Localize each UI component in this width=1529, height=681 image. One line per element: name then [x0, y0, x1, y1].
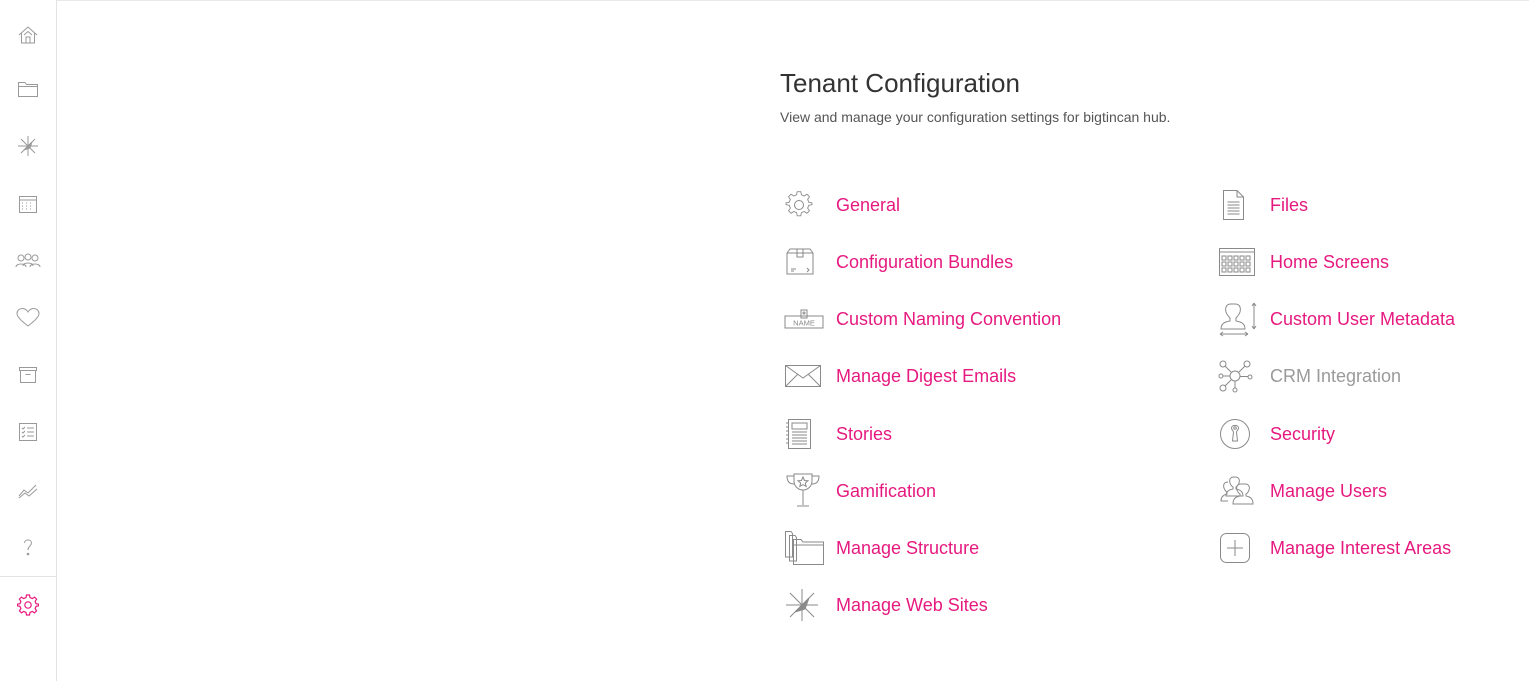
user-metadata-icon — [1218, 301, 1258, 337]
people-icon — [15, 253, 41, 268]
config-label-crm-integration: CRM Integration — [1270, 366, 1402, 386]
document-icon — [1218, 187, 1258, 223]
config-item-crm-integration[interactable]: CRM Integration — [1216, 356, 1401, 396]
config-label-gamification: Gamification — [836, 481, 937, 501]
config-item-security[interactable]: Security — [1216, 414, 1335, 454]
heart-icon — [16, 307, 40, 327]
config-item-manage-digest-emails[interactable]: Manage Digest Emails — [782, 356, 1016, 396]
page-title: Tenant Configuration — [780, 68, 1020, 98]
config-item-configuration-bundles[interactable]: Configuration Bundles — [782, 242, 1013, 282]
config-item-manage-web-sites[interactable]: Manage Web Sites — [782, 585, 988, 625]
main-content: Tenant Configuration View and manage you… — [780, 66, 1520, 126]
sidebar-item-home[interactable] — [0, 15, 56, 55]
network-icon — [1218, 358, 1258, 394]
compass-icon — [784, 587, 824, 623]
top-border — [0, 0, 1529, 1]
sidebar-item-help[interactable] — [0, 527, 56, 567]
compass-icon — [18, 136, 38, 156]
archive-icon — [19, 367, 37, 383]
config-item-manage-structure[interactable]: Manage Structure — [782, 528, 979, 568]
config-label-custom-user-metadata: Custom User Metadata — [1270, 309, 1456, 329]
config-item-manage-interest-areas[interactable]: Manage Interest Areas — [1216, 528, 1451, 568]
config-label-configuration-bundles: Configuration Bundles — [836, 252, 1014, 272]
help-icon — [24, 539, 33, 556]
config-label-general: General — [836, 195, 901, 215]
page-subtitle: View and manage your configuration setti… — [780, 109, 1171, 125]
svg-text:NAME: NAME — [793, 319, 815, 328]
home-icon — [18, 26, 38, 44]
gear-icon — [17, 594, 39, 616]
folder-icon — [18, 82, 38, 97]
config-item-files[interactable]: Files — [1216, 185, 1308, 225]
config-label-manage-digest-emails: Manage Digest Emails — [836, 366, 1017, 386]
config-label-manage-users: Manage Users — [1270, 481, 1388, 501]
config-label-custom-naming-convention: Custom Naming Convention — [836, 309, 1062, 329]
gear-icon — [784, 187, 824, 223]
trophy-icon — [784, 473, 824, 509]
sidebar-item-favorites[interactable] — [0, 298, 56, 338]
config-item-home-screens[interactable]: Home Screens — [1216, 242, 1389, 282]
config-item-stories[interactable]: Stories — [782, 414, 892, 454]
checklist-icon — [19, 423, 37, 441]
config-item-gamification[interactable]: Gamification — [782, 471, 936, 511]
sidebar-item-archive[interactable] — [0, 355, 56, 395]
sidebar-item-checklist[interactable] — [0, 412, 56, 452]
sidebar-item-calendar[interactable] — [0, 184, 56, 224]
folders-icon — [784, 530, 824, 566]
sidebar-item-people[interactable] — [0, 241, 56, 281]
users-icon — [1218, 473, 1258, 509]
config-label-files: Files — [1270, 195, 1309, 215]
lock-icon — [1218, 416, 1258, 452]
config-item-general[interactable]: General — [782, 185, 900, 225]
analytics-icon — [18, 484, 38, 499]
sidebar-item-files[interactable] — [0, 69, 56, 109]
envelope-icon — [784, 358, 824, 394]
config-label-manage-structure: Manage Structure — [836, 538, 980, 558]
sidebar-item-analytics[interactable] — [0, 470, 56, 510]
config-item-manage-users[interactable]: Manage Users — [1216, 471, 1387, 511]
stories-icon — [784, 416, 824, 452]
sidebar-item-web[interactable] — [0, 126, 56, 166]
box-icon — [784, 244, 824, 280]
config-item-custom-user-metadata[interactable]: Custom User Metadata — [1216, 299, 1455, 339]
config-label-manage-interest-areas: Manage Interest Areas — [1270, 538, 1452, 558]
plus-box-icon — [1218, 530, 1258, 566]
config-label-home-screens: Home Screens — [1270, 252, 1390, 272]
config-label-manage-web-sites: Manage Web Sites — [836, 595, 988, 615]
config-label-stories: Stories — [836, 424, 893, 444]
sidebar — [0, 0, 57, 681]
grid-icon — [1218, 244, 1258, 280]
config-item-custom-naming-convention[interactable]: NAME Custom Naming Convention — [782, 299, 1061, 339]
sidebar-divider — [0, 576, 56, 577]
sidebar-item-settings[interactable] — [0, 585, 56, 625]
config-label-security: Security — [1270, 424, 1336, 444]
calendar-icon — [19, 196, 37, 213]
name-tag-icon: NAME — [784, 301, 824, 337]
